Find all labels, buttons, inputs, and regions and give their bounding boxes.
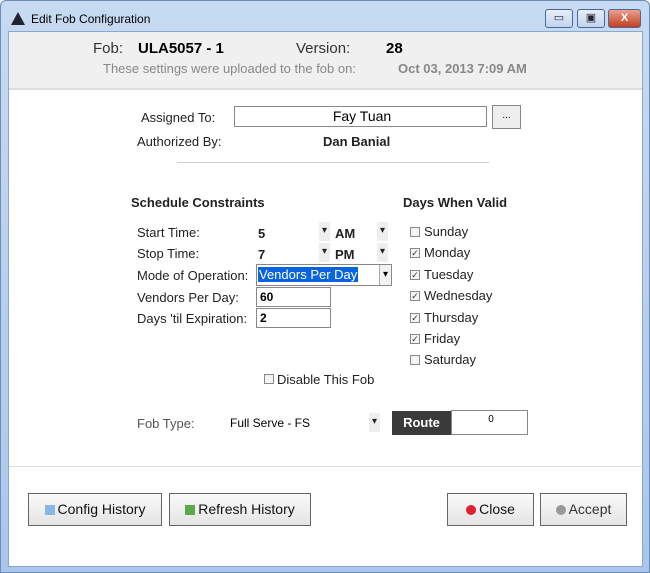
stop-ampm-dropdown[interactable]: ▾ (377, 243, 388, 262)
mode-value: Vendors Per Day (258, 267, 359, 282)
day-label: Saturday (424, 352, 477, 368)
browse-button[interactable]: ... (492, 105, 521, 129)
maximize-button[interactable]: ▣ (577, 9, 605, 28)
days-heading: Days When Valid (403, 195, 508, 210)
fob-type-label: Fob Type: (137, 416, 195, 431)
day-checkbox[interactable]: ✓ (410, 312, 420, 323)
disable-checkbox[interactable] (264, 374, 274, 384)
day-label: Sunday (424, 224, 469, 239)
accept-button[interactable]: Accept (540, 493, 627, 526)
document-icon (44, 505, 55, 515)
day-checkbox[interactable]: ✓ (410, 269, 420, 280)
upload-date: Oct 03, 2013 7:09 AM (398, 61, 527, 76)
day-checkbox[interactable]: ✓ (410, 334, 420, 344)
day-label: Thursday (424, 309, 479, 325)
close-button[interactable]: Close (447, 493, 534, 526)
divider (177, 162, 489, 163)
mode-dropdown[interactable]: ▾ (379, 265, 391, 285)
fob-header: Fob: ULA5057 - 1 Version: 28 These setti… (9, 32, 642, 90)
disable-label: Disable This Fob (277, 372, 375, 387)
stop-hour[interactable]: 7 (258, 247, 265, 262)
fob-label: Fob: (93, 40, 124, 57)
day-label: Wednesday (424, 288, 493, 304)
fob-type-dropdown[interactable]: ▾ (369, 413, 380, 432)
start-hour[interactable]: 5 (258, 226, 265, 241)
refresh-history-label: Refresh History (198, 501, 295, 517)
close-label: Close (479, 501, 515, 517)
fob-value: ULA5057 - 1 (138, 40, 224, 57)
route-input[interactable]: 0 (451, 410, 528, 435)
app-icon (11, 12, 25, 25)
day-label: Monday (424, 245, 471, 261)
mode-select[interactable]: Vendors Per Day ▾ (256, 264, 392, 286)
dialog-body: Fob: ULA5057 - 1 Version: 28 These setti… (8, 31, 643, 567)
start-ampm-dropdown[interactable]: ▾ (377, 222, 388, 241)
authorized-by-value: Dan Banial (323, 134, 391, 149)
version-value: 28 (386, 40, 403, 57)
config-history-button[interactable]: Config History (28, 493, 162, 526)
refresh-history-button[interactable]: Refresh History (169, 493, 311, 526)
day-checkbox[interactable]: ✓ (410, 248, 420, 259)
stop-ampm[interactable]: PM (335, 247, 355, 262)
fob-type-value[interactable]: Full Serve - FS (230, 416, 310, 430)
authorized-by-label: Authorized By: (137, 134, 222, 149)
schedule-heading: Schedule Constraints (131, 195, 265, 210)
config-history-label: Config History (57, 501, 146, 517)
expiration-input[interactable]: 2 (256, 308, 331, 328)
stop-icon (466, 505, 477, 515)
day-checkbox[interactable] (410, 227, 420, 237)
assigned-to-field[interactable]: Fay Tuan (234, 106, 487, 127)
day-checkbox[interactable]: ✓ (410, 291, 420, 302)
day-checkbox[interactable] (410, 355, 420, 366)
expiration-label: Days 'til Expiration: (137, 311, 248, 326)
close-window-button[interactable]: X (608, 9, 641, 28)
day-label: Tuesday (424, 266, 474, 282)
refresh-icon (185, 505, 196, 515)
start-hour-dropdown[interactable]: ▾ (319, 222, 330, 241)
assigned-to-label: Assigned To: (141, 110, 216, 125)
window-title: Edit Fob Configuration (31, 12, 151, 26)
check-icon (555, 505, 566, 515)
vendors-label: Vendors Per Day: (137, 290, 239, 305)
vendors-input[interactable]: 60 (256, 287, 331, 307)
start-ampm[interactable]: AM (335, 226, 355, 241)
start-time-label: Start Time: (137, 225, 200, 240)
stop-hour-dropdown[interactable]: ▾ (319, 243, 330, 262)
window-frame: Edit Fob Configuration ▭ ▣ X Fob: ULA505… (0, 0, 650, 573)
minimize-button[interactable]: ▭ (545, 9, 573, 28)
version-label: Version: (296, 40, 351, 57)
upload-label: These settings were uploaded to the fob … (103, 61, 356, 76)
stop-time-label: Stop Time: (137, 246, 200, 261)
divider (9, 466, 642, 467)
accept-label: Accept (568, 501, 612, 517)
day-label: Friday (424, 331, 461, 346)
mode-label: Mode of Operation: (137, 268, 249, 283)
route-button[interactable]: Route (392, 411, 451, 435)
